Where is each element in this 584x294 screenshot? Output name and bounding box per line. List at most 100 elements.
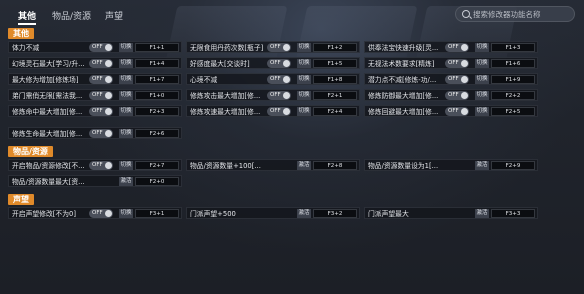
cheat-action-button[interactable]: 激活 [119,177,133,186]
cheat-toggle[interactable]: OFF [89,161,113,170]
section-title-other: 其他 [8,28,34,39]
cheat-row: 无视法术数要求[精炼] OFF 切换 F1+6 [364,57,538,69]
cheat-toggle[interactable]: OFF [267,107,291,116]
cheat-toggle[interactable]: OFF [267,75,291,84]
cheat-toggle[interactable]: OFF [445,107,469,116]
hotkey-field[interactable]: F3+1 [135,209,179,218]
cheat-label: 幻境灵石最大[学习/升... [12,60,85,68]
cheat-row: 好感度最大[交谈时] OFF 切换 F1+5 [186,57,360,69]
cheat-action-button[interactable]: 切换 [119,91,133,100]
cheat-label: 修炼防御最大增加[修... [368,92,439,100]
hotkey-field[interactable]: F2+5 [491,107,535,116]
hotkey-field[interactable]: F2+1 [313,91,357,100]
cheat-action-button[interactable]: 切换 [297,59,311,68]
cheat-action-button[interactable]: 激活 [297,161,311,170]
search-box[interactable] [455,6,575,22]
hotkey-field[interactable]: F1+6 [491,59,535,68]
cheat-action-button[interactable]: 切换 [297,43,311,52]
cheat-action-button[interactable]: 切换 [119,43,133,52]
hotkey-field[interactable]: F1+8 [313,75,357,84]
cheat-action-button[interactable]: 激活 [475,161,489,170]
cheat-action-button[interactable]: 切换 [475,75,489,84]
hotkey-field[interactable]: F1+7 [135,75,179,84]
cheat-toggle[interactable]: OFF [445,91,469,100]
toggle-knob [461,92,468,99]
cheat-toggle[interactable]: OFF [445,43,469,52]
cheat-label: 供奉法宝快速升级[灵... [368,44,439,52]
cheat-toggle[interactable]: OFF [89,129,113,138]
toggle-state: OFF [92,44,103,50]
cheat-action-button[interactable]: 切换 [475,91,489,100]
hotkey-field[interactable]: F2+2 [491,91,535,100]
cheat-label: 体力不减 [12,44,40,52]
hotkey-field[interactable]: F2+7 [135,161,179,170]
hotkey-field[interactable]: F1+5 [313,59,357,68]
toggle-state: OFF [92,60,103,66]
cheat-toggle[interactable]: OFF [89,209,113,218]
cheat-label: 物品/资源数量最大[资... [12,178,85,186]
cheat-action-button[interactable]: 切换 [119,59,133,68]
cheat-row: 弟门需俏无限[需法我... OFF 切换 F1+0 [8,89,182,101]
cheat-action-button[interactable]: 切换 [475,59,489,68]
cheat-action-button[interactable]: 切换 [119,107,133,116]
hotkey-field[interactable]: F1+4 [135,59,179,68]
hotkey-field[interactable]: F3+2 [313,209,357,218]
cheat-action-button[interactable]: 切换 [475,107,489,116]
cheat-toggle[interactable]: OFF [89,59,113,68]
hotkey-field[interactable]: F1+1 [135,43,179,52]
cheat-label: 最大修为增加[修炼场] [12,76,79,84]
toggle-state: OFF [448,92,459,98]
toggle-state: OFF [92,162,103,168]
cheat-label: 物品/资源数量设为1[... [368,162,439,170]
cheat-action-button[interactable]: 切换 [119,129,133,138]
cheat-action-button[interactable]: 切换 [119,161,133,170]
cheat-action-button[interactable]: 激活 [297,209,311,218]
cheat-toggle[interactable]: OFF [89,91,113,100]
hotkey-field[interactable]: F2+9 [491,161,535,170]
cheat-toggle[interactable]: OFF [267,91,291,100]
cheat-action-button[interactable]: 切换 [475,43,489,52]
cheat-label: 修炼生命最大增加[修... [12,130,83,138]
hotkey-field[interactable]: F1+9 [491,75,535,84]
cheat-action-button[interactable]: 切换 [297,75,311,84]
hotkey-field[interactable]: F1+3 [491,43,535,52]
tab-other[interactable]: 其他 [18,9,36,22]
cheat-toggle[interactable]: OFF [89,75,113,84]
cheat-row: 修炼防御最大增加[修... OFF 切换 F2+2 [364,89,538,101]
cheat-action-button[interactable]: 切换 [119,209,133,218]
cheat-toggle[interactable]: OFF [445,75,469,84]
cheat-toggle[interactable]: OFF [267,59,291,68]
toggle-knob [105,60,112,67]
cheat-label: 修炼攻击最大增加[修... [190,92,261,100]
cheat-action-button[interactable]: 切换 [297,107,311,116]
hotkey-field[interactable]: F3+3 [491,209,535,218]
toggle-knob [105,130,112,137]
cheat-row: 供奉法宝快速升级[灵... OFF 切换 F1+3 [364,41,538,53]
cheat-row: 开启声望修改[不为0] OFF 切换 F3+1 [8,207,182,219]
cheat-toggle[interactable]: OFF [445,59,469,68]
cheat-toggle[interactable]: OFF [267,43,291,52]
tab-items-resources[interactable]: 物品/资源 [52,9,91,22]
toggle-state: OFF [92,76,103,82]
toggle-knob [283,60,290,67]
hotkey-field[interactable]: F2+0 [135,177,179,186]
search-input[interactable] [473,9,571,20]
top-bar: 其他 物品/资源 声望 [0,0,584,30]
hotkey-field[interactable]: F2+8 [313,161,357,170]
tab-reputation[interactable]: 声望 [105,9,123,22]
hotkey-field[interactable]: F2+3 [135,107,179,116]
toggle-state: OFF [270,92,281,98]
toggle-knob [105,44,112,51]
cheat-toggle[interactable]: OFF [89,43,113,52]
cheat-action-button[interactable]: 切换 [119,75,133,84]
hotkey-field[interactable]: F1+0 [135,91,179,100]
hotkey-field[interactable]: F1+2 [313,43,357,52]
hotkey-field[interactable]: F2+6 [135,129,179,138]
cheat-action-button[interactable]: 激活 [475,209,489,218]
toggle-knob [461,60,468,67]
cheat-label: 心境不减 [190,76,218,84]
cheat-action-button[interactable]: 切换 [297,91,311,100]
cheat-row: 门派声望+500 激活 F3+2 [186,207,360,219]
cheat-toggle[interactable]: OFF [89,107,113,116]
hotkey-field[interactable]: F2+4 [313,107,357,116]
